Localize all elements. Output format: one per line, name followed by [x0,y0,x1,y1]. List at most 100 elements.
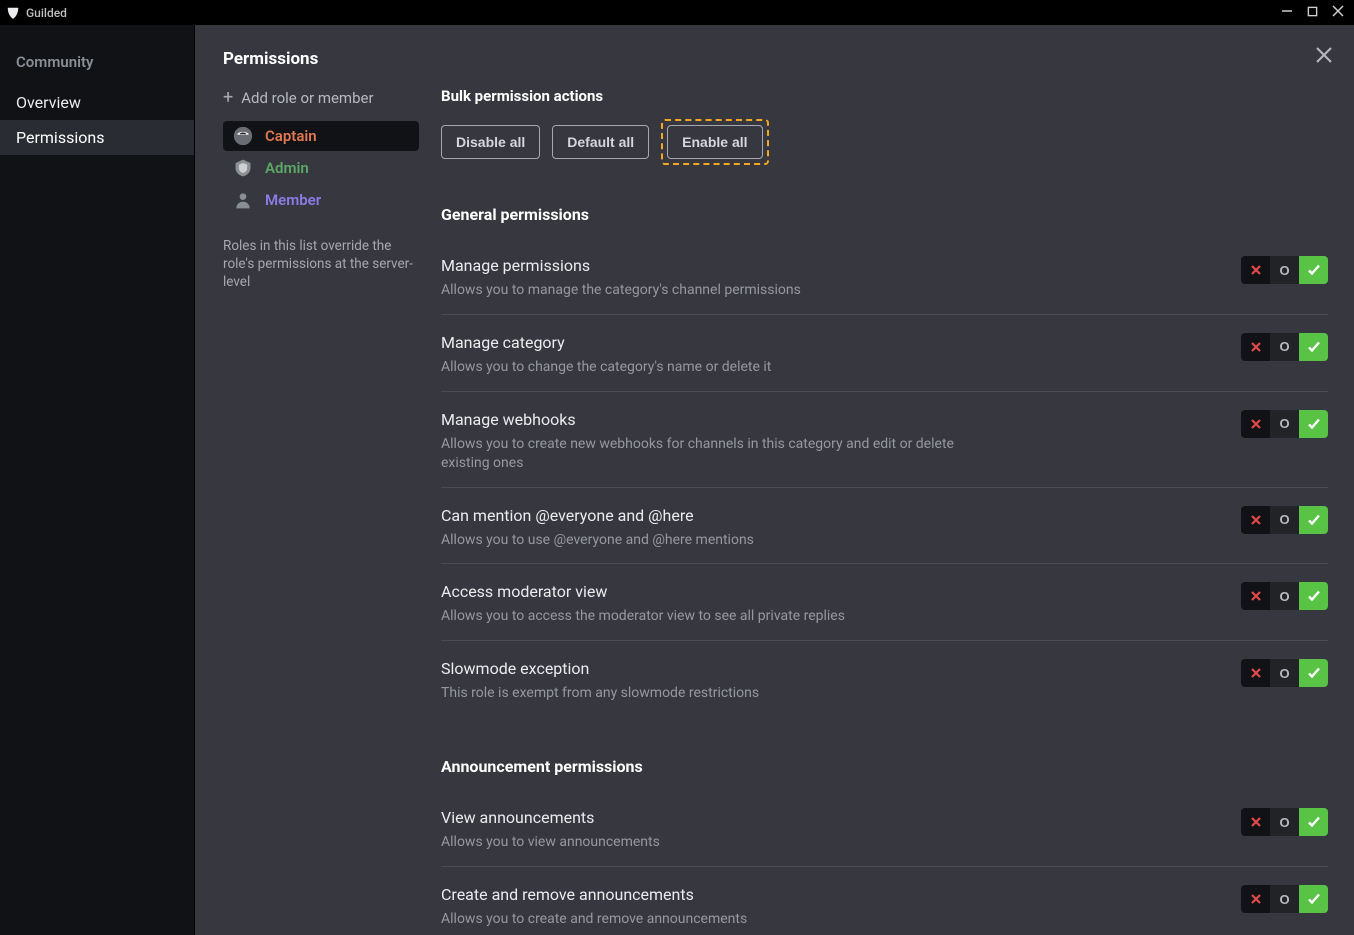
captain-icon [233,126,253,146]
titlebar-left: Guilded [6,6,67,20]
allow-button[interactable] [1299,256,1328,284]
default-button[interactable]: O [1270,582,1299,610]
permission-toggle: O [1241,410,1328,438]
default-button[interactable]: O [1270,506,1299,534]
deny-button[interactable] [1241,506,1270,534]
titlebar: Guilded [0,0,1354,25]
role-row-member[interactable]: Member [223,185,419,215]
admin-icon [233,158,253,178]
allow-button[interactable] [1299,885,1328,913]
roles-panel: Permissions + Add role or member Captain… [195,25,441,935]
add-role-label: Add role or member [241,89,373,107]
deny-button[interactable] [1241,333,1270,361]
member-icon [233,190,253,210]
permission-name: Can mention @everyone and @here [441,506,961,525]
default-button[interactable]: O [1270,333,1299,361]
permission-text: Manage webhooks Allows you to create new … [441,410,1001,473]
sidebar-section-label: Community [0,47,194,85]
permission-name: Create and remove announcements [441,885,961,904]
window-minimize-icon[interactable] [1281,5,1293,21]
permission-row: Manage category Allows you to change the … [441,315,1328,392]
permission-text: Access moderator view Allows you to acces… [441,582,1001,626]
enable-all-button[interactable]: Enable all [667,125,762,159]
role-row-admin[interactable]: Admin [223,153,419,183]
default-all-button[interactable]: Default all [552,125,649,159]
default-icon: O [1279,815,1289,830]
default-button[interactable]: O [1270,808,1299,836]
bulk-actions-title: Bulk permission actions [441,87,1328,105]
role-name: Admin [265,159,309,177]
app-name: Guilded [26,6,67,20]
deny-button[interactable] [1241,256,1270,284]
permission-name: Manage webhooks [441,410,961,429]
allow-button[interactable] [1299,659,1328,687]
section-header: General permissions [441,205,1328,224]
deny-button[interactable] [1241,582,1270,610]
role-row-captain[interactable]: Captain [223,121,419,151]
role-note: Roles in this list override the role's p… [223,237,441,292]
permission-text: Can mention @everyone and @hereAllows yo… [441,506,1001,550]
permission-desc: Allows you to create and remove announce… [441,910,961,929]
section-header: Announcement permissions [441,757,1328,776]
permission-name: View announcements [441,808,961,827]
default-button[interactable]: O [1270,885,1299,913]
deny-button[interactable] [1241,410,1270,438]
allow-button[interactable] [1299,808,1328,836]
main-panel: Permissions + Add role or member Captain… [195,25,1354,935]
permission-row: Manage permissions Allows you to manage t… [441,238,1328,315]
permission-name: Slowmode exception [441,659,961,678]
deny-button[interactable] [1241,659,1270,687]
default-icon: O [1279,416,1289,431]
permission-desc: This role is exempt from any slowmode re… [441,684,961,703]
default-button[interactable]: O [1270,659,1299,687]
allow-button[interactable] [1299,410,1328,438]
permission-row: Access moderator view Allows you to acces… [441,564,1328,641]
left-sidebar: Community Overview Permissions [0,25,195,935]
sidebar-item-label: Permissions [16,128,104,147]
permission-text: Create and remove announcements Allows yo… [441,885,1001,929]
guilded-logo-icon [6,6,20,20]
add-role-button[interactable]: + Add role or member [223,89,441,107]
permission-text: Manage category Allows you to change the … [441,333,1001,377]
window-close-icon[interactable] [1332,5,1344,21]
allow-button[interactable] [1299,582,1328,610]
default-icon: O [1279,339,1289,354]
role-list: Captain Admin Member [223,121,441,215]
default-icon: O [1279,263,1289,278]
permission-name: Manage category [441,333,961,352]
permission-row: Slowmode exception This role is exempt fr… [441,641,1328,717]
permission-row: Manage webhooks Allows you to create new … [441,392,1328,488]
sidebar-item-overview[interactable]: Overview [0,85,194,120]
permission-row: Can mention @everyone and @hereAllows yo… [441,488,1328,565]
window-controls [1281,5,1348,21]
disable-all-button[interactable]: Disable all [441,125,540,159]
permission-text: Slowmode exception This role is exempt fr… [441,659,1001,703]
permission-toggle: O [1241,659,1328,687]
permission-name: Manage permissions [441,256,961,275]
permission-desc: Allows you to change the category's name… [441,358,961,377]
permission-toggle: O [1241,582,1328,610]
permission-row: Create and remove announcements Allows yo… [441,867,1328,935]
permission-desc: Allows you to access the moderator view … [441,607,961,626]
default-icon: O [1279,666,1289,681]
role-name: Member [265,191,321,209]
permission-name: Access moderator view [441,582,961,601]
role-name: Captain [265,127,317,145]
window-maximize-icon[interactable] [1307,5,1318,21]
default-button[interactable]: O [1270,256,1299,284]
permission-text: View announcementsAllows you to view ann… [441,808,1001,852]
deny-button[interactable] [1241,885,1270,913]
sidebar-item-permissions[interactable]: Permissions [0,120,194,155]
allow-button[interactable] [1299,506,1328,534]
default-icon: O [1279,512,1289,527]
permissions-panel[interactable]: Bulk permission actions Disable all Defa… [441,25,1354,935]
permission-desc: Allows you to create new webhooks for ch… [441,435,961,473]
allow-button[interactable] [1299,333,1328,361]
permission-toggle: O [1241,885,1328,913]
deny-button[interactable] [1241,808,1270,836]
permission-desc: Allows you to manage the category's chan… [441,281,961,300]
sidebar-item-label: Overview [16,93,81,112]
permission-toggle: O [1241,808,1328,836]
bulk-actions-row: Disable all Default all Enable all [441,119,1328,165]
default-button[interactable]: O [1270,410,1299,438]
